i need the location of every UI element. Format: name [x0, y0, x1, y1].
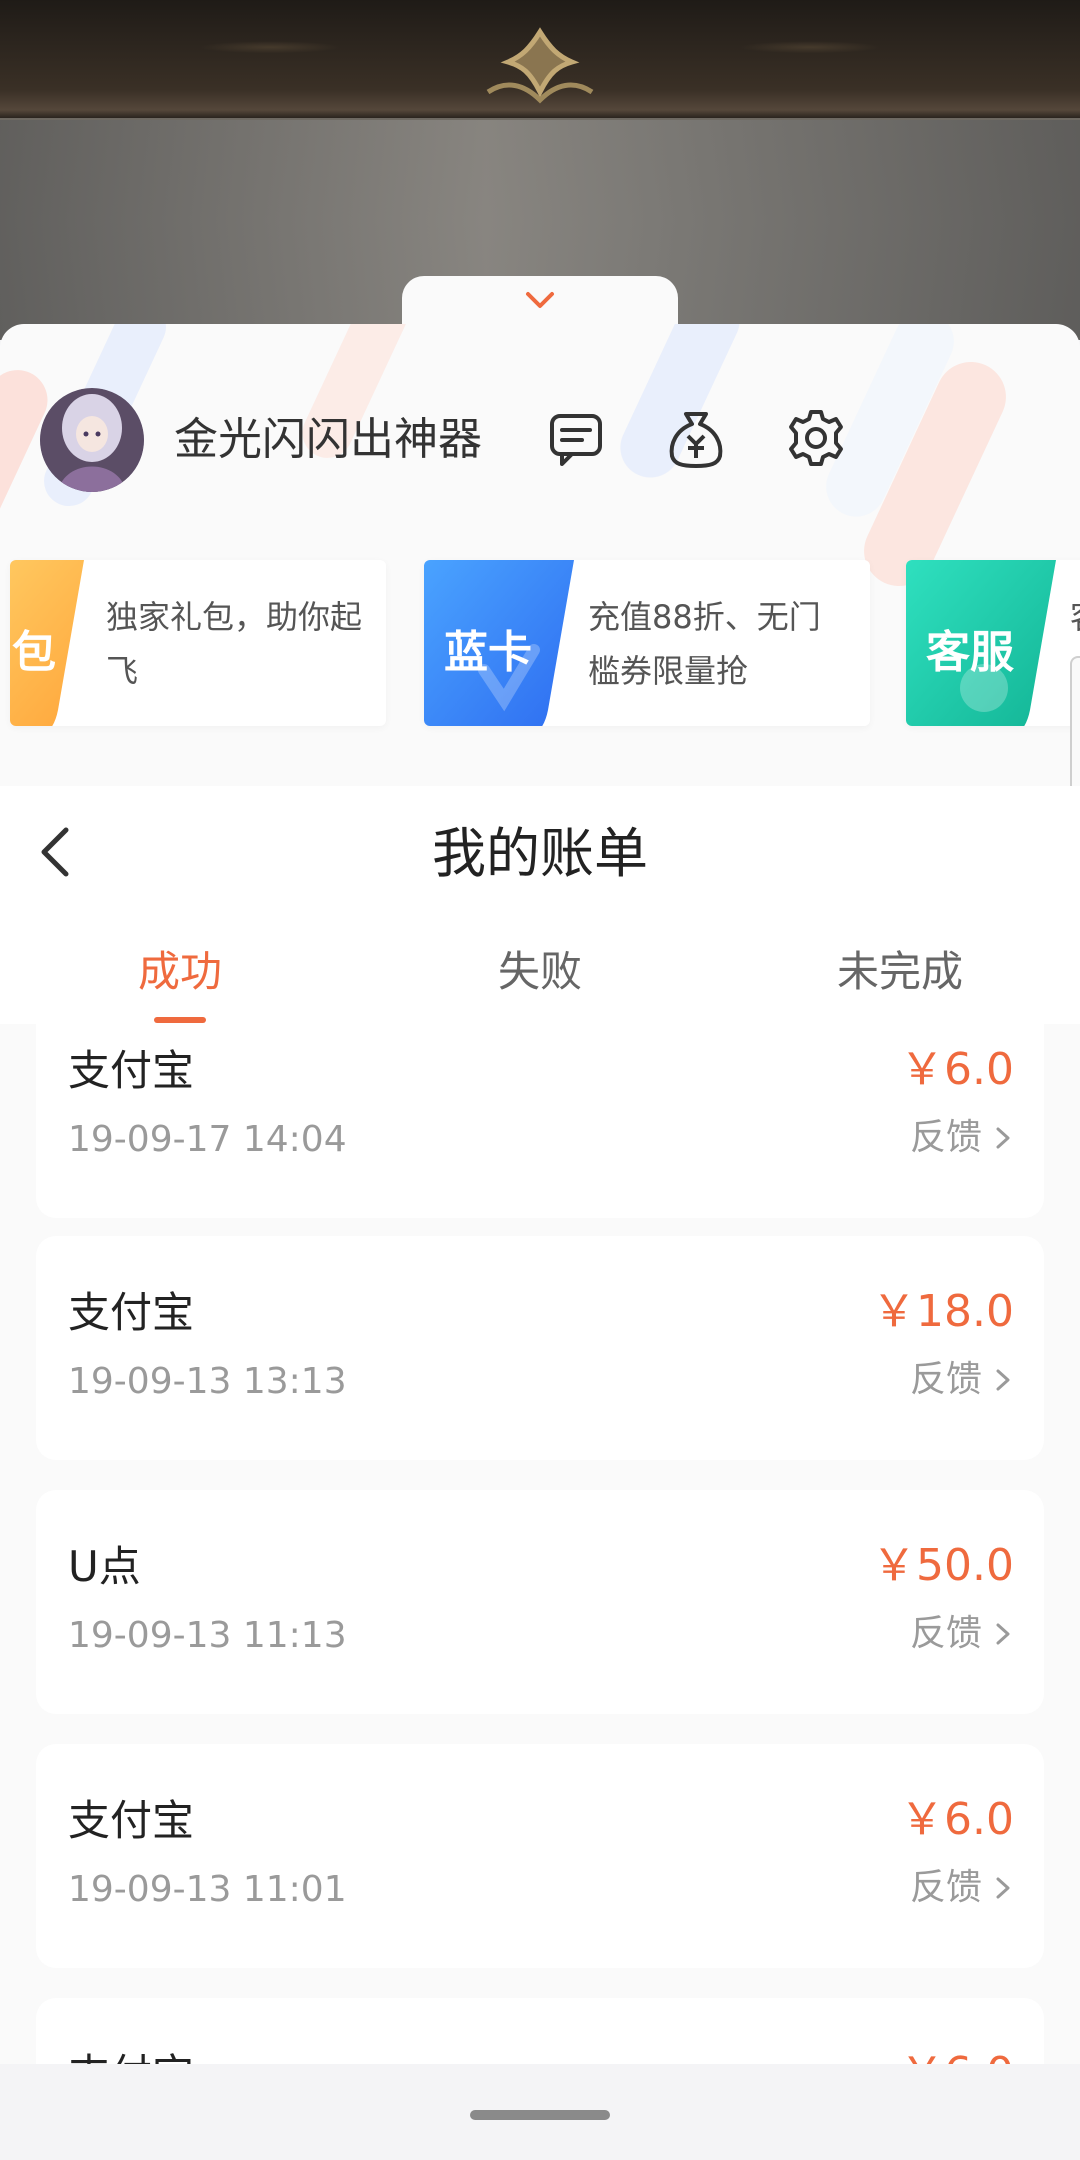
chevron-down-icon: [526, 292, 554, 308]
tab-incomplete[interactable]: 未完成: [720, 946, 1080, 998]
bill-amount: ￥6.0: [900, 1794, 1014, 1845]
chevron-right-icon: [996, 1127, 1010, 1149]
bill-date: 19-09-13 11:13: [68, 1615, 347, 1656]
bill-amount: ￥6.0: [900, 2048, 1014, 2064]
money-bag-icon[interactable]: [664, 406, 728, 470]
tab-failed[interactable]: 失败: [360, 946, 720, 998]
gear-icon[interactable]: [784, 406, 848, 470]
bill-date: 19-09-17 14:04: [68, 1119, 347, 1160]
feedback-link[interactable]: 反馈: [910, 1358, 1014, 1402]
avatar-image: [40, 388, 144, 492]
feedback-label: 反馈: [909, 1613, 982, 1654]
active-tab-indicator: [154, 1017, 206, 1023]
bill-method: 支付宝: [68, 1288, 195, 1337]
message-icon[interactable]: [544, 406, 608, 470]
user-row: 金光闪闪出神器: [0, 384, 1080, 504]
bill-method: 支付宝: [68, 1796, 195, 1845]
feature-card-bluecard[interactable]: 蓝卡 充值88折、无门槛券限量抢: [424, 560, 870, 726]
bill-amount: ￥50.0: [872, 1540, 1014, 1591]
bill-method: 支付宝: [68, 1046, 195, 1095]
bluecard-badge-text: 蓝卡: [444, 627, 532, 678]
bill-list[interactable]: 支付宝 19-09-17 14:04 ￥6.0 反馈 支付宝 19-09-13 …: [0, 1024, 1080, 2064]
system-nav-bar: [0, 2064, 1080, 2160]
gift-badge: 包: [10, 560, 84, 726]
service-desc: 客: [1070, 590, 1080, 644]
list-item[interactable]: U点 19-09-13 11:13 ￥50.0 反馈: [36, 1490, 1044, 1714]
home-indicator[interactable]: [470, 2110, 610, 2120]
service-badge-text: 客服: [926, 627, 1014, 678]
bill-amount: ￥18.0: [872, 1286, 1014, 1337]
list-item[interactable]: 支付宝 19-09-13 13:13 ￥18.0 反馈: [36, 1236, 1044, 1460]
feature-card-service[interactable]: 客服 客: [906, 560, 1080, 726]
avatar[interactable]: [40, 388, 144, 492]
chevron-right-icon: [996, 1877, 1010, 1899]
bluecard-badge: 蓝卡: [424, 560, 574, 726]
ornament-icon: [486, 27, 594, 104]
feature-card-gift[interactable]: 包 独家礼包，助你起飞: [10, 560, 386, 726]
feedback-label: 反馈: [909, 1359, 982, 1400]
bill-amount: ￥6.0: [900, 1044, 1014, 1095]
feedback-link[interactable]: 反馈: [910, 1612, 1014, 1656]
feedback-link[interactable]: 反馈: [910, 1116, 1014, 1160]
list-item[interactable]: 支付宝 19-09-17 14:04 ￥6.0 反馈: [36, 1024, 1044, 1218]
feedback-label: 反馈: [909, 1117, 982, 1158]
bill-method: 支付宝: [68, 2050, 194, 2064]
bluecard-desc: 充值88折、无门槛券限量抢: [588, 598, 821, 690]
feedback-label: 反馈: [909, 1867, 982, 1908]
chevron-right-icon: [996, 1369, 1010, 1391]
feedback-link[interactable]: 反馈: [910, 1866, 1014, 1910]
list-item[interactable]: 支付宝 ￥6.0: [36, 1998, 1044, 2064]
bill-header: 我的账单 成功 失败 未完成: [0, 786, 1080, 1024]
chevron-right-icon: [996, 1623, 1010, 1645]
bill-date: 19-09-13 13:13: [68, 1361, 347, 1402]
username: 金光闪闪出神器: [174, 414, 482, 465]
tab-success[interactable]: 成功: [0, 946, 360, 998]
gift-badge-text: 包: [12, 627, 56, 678]
service-badge: 客服: [906, 560, 1056, 726]
gift-desc: 独家礼包，助你起飞: [106, 598, 363, 690]
bill-date: 19-09-13 11:01: [68, 1869, 347, 1910]
page-title: 我的账单: [432, 822, 648, 885]
bill-method: U点: [68, 1542, 141, 1591]
feature-card-strip: 包 独家礼包，助你起飞 蓝卡 充值88折、无门槛券限量抢 客服: [0, 560, 1080, 730]
list-item[interactable]: 支付宝 19-09-13 11:01 ￥6.0 反馈: [36, 1744, 1044, 1968]
